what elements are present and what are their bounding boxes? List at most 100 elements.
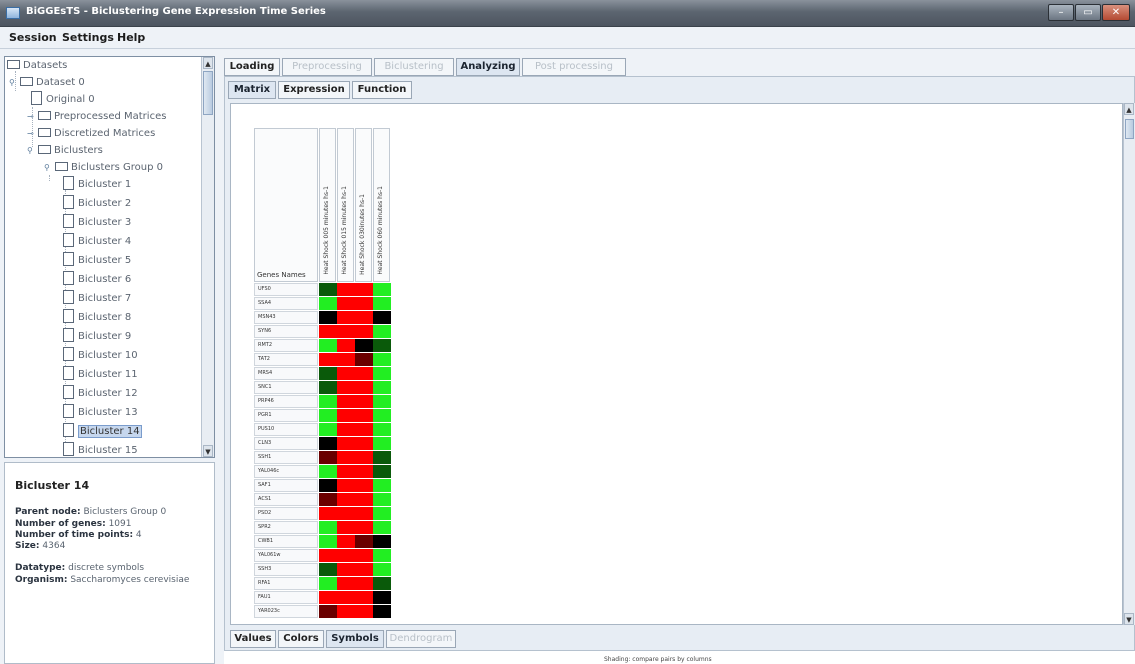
scroll-down-arrow-icon[interactable]: ▼ [203, 445, 213, 457]
matrix-cell[interactable] [337, 549, 355, 562]
gene-name-cell[interactable]: MRS4 [254, 367, 318, 380]
matrix-cell[interactable] [337, 521, 355, 534]
matrix-cell[interactable] [319, 423, 337, 436]
tab-symbols[interactable]: Symbols [326, 630, 384, 648]
gene-name-cell[interactable]: RFA1 [254, 577, 318, 590]
tab-colors[interactable]: Colors [278, 630, 324, 648]
tree-node-datasets[interactable]: Datasets [7, 57, 67, 74]
tab-post-processing[interactable]: Post processing [522, 58, 626, 76]
tree-node-bicluster[interactable]: Bicluster 9 [63, 328, 131, 345]
tree-node-bicluster[interactable]: Bicluster 7 [63, 290, 131, 307]
matrix-cell[interactable] [319, 353, 337, 366]
gene-name-cell[interactable]: MSN43 [254, 311, 318, 324]
matrix-cell[interactable] [373, 409, 391, 422]
matrix-cell[interactable] [355, 339, 373, 352]
scroll-thumb[interactable] [203, 71, 213, 115]
tab-function[interactable]: Function [352, 81, 412, 99]
matrix-cell[interactable] [319, 283, 337, 296]
matrix-cell[interactable] [355, 507, 373, 520]
matrix-cell[interactable] [337, 605, 355, 618]
matrix-cell[interactable] [355, 493, 373, 506]
matrix-cell[interactable] [319, 591, 337, 604]
matrix-cell[interactable] [373, 493, 391, 506]
matrix-cell[interactable] [337, 325, 355, 338]
matrix-cell[interactable] [319, 381, 337, 394]
matrix-cell[interactable] [355, 409, 373, 422]
tree-node-bicluster[interactable]: Bicluster 3 [63, 214, 131, 231]
matrix-cell[interactable] [319, 479, 337, 492]
matrix-cell[interactable] [373, 507, 391, 520]
matrix-cell[interactable] [337, 535, 355, 548]
matrix-cell[interactable] [355, 297, 373, 310]
matrix-cell[interactable] [373, 311, 391, 324]
gene-name-cell[interactable]: RMT2 [254, 339, 318, 352]
matrix-cell[interactable] [355, 591, 373, 604]
matrix-cell[interactable] [337, 297, 355, 310]
gene-name-cell[interactable]: SSH3 [254, 563, 318, 576]
tree-node-bicluster[interactable]: Bicluster 6 [63, 271, 131, 288]
tab-loading[interactable]: Loading [224, 58, 280, 76]
tree-node-dataset[interactable]: ⚲ Dataset 0 [9, 74, 85, 91]
expand-icon[interactable]: ⊸ [27, 125, 36, 142]
matrix-cell[interactable] [355, 353, 373, 366]
matrix-cell[interactable] [337, 381, 355, 394]
tab-biclustering[interactable]: Biclustering [374, 58, 454, 76]
matrix-cell[interactable] [319, 507, 337, 520]
matrix-cell[interactable] [337, 395, 355, 408]
tree-node-bicluster[interactable]: Bicluster 4 [63, 233, 131, 250]
matrix-cell[interactable] [355, 577, 373, 590]
expand-icon[interactable]: ⊸ [27, 108, 36, 125]
maximize-button[interactable]: ▭ [1075, 4, 1101, 21]
matrix-cell[interactable] [373, 465, 391, 478]
matrix-cell[interactable] [319, 395, 337, 408]
scroll-down-arrow-icon[interactable]: ▼ [1124, 613, 1134, 625]
matrix-cell[interactable] [337, 465, 355, 478]
gene-name-cell[interactable]: SAF1 [254, 479, 318, 492]
gene-name-cell[interactable]: SYN6 [254, 325, 318, 338]
matrix-cell[interactable] [373, 521, 391, 534]
matrix-cell[interactable] [355, 465, 373, 478]
matrix-cell[interactable] [373, 451, 391, 464]
matrix-cell[interactable] [337, 479, 355, 492]
gene-name-cell[interactable]: PUS10 [254, 423, 318, 436]
matrix-cell[interactable] [355, 535, 373, 548]
matrix-cell[interactable] [373, 353, 391, 366]
gene-name-cell[interactable]: TAT2 [254, 353, 318, 366]
tab-matrix[interactable]: Matrix [228, 81, 276, 99]
tree-node-bicluster[interactable]: Bicluster 14 [63, 423, 142, 440]
matrix-cell[interactable] [373, 381, 391, 394]
tab-values[interactable]: Values [230, 630, 276, 648]
close-button[interactable]: ✕ [1102, 4, 1130, 21]
gene-name-cell[interactable]: YAL061w [254, 549, 318, 562]
matrix-cell[interactable] [373, 395, 391, 408]
matrix-cell[interactable] [373, 437, 391, 450]
matrix-cell[interactable] [337, 437, 355, 450]
tree-node-discretized[interactable]: ⊸ Discretized Matrices [27, 125, 155, 142]
gene-name-cell[interactable]: PGR1 [254, 409, 318, 422]
matrix-cell[interactable] [337, 423, 355, 436]
tab-preprocessing[interactable]: Preprocessing [282, 58, 372, 76]
gene-name-cell[interactable]: CWB1 [254, 535, 318, 548]
column-header[interactable]: Heat Shock 060 minutes hs-1 [373, 128, 390, 282]
gene-name-cell[interactable]: SNC1 [254, 381, 318, 394]
matrix-cell[interactable] [355, 479, 373, 492]
tree-node-bicluster[interactable]: Bicluster 1 [63, 176, 131, 193]
matrix-cell[interactable] [355, 395, 373, 408]
matrix-cell[interactable] [319, 339, 337, 352]
gene-name-cell[interactable]: FAU1 [254, 591, 318, 604]
tree-node-biclusters[interactable]: ⚲ Biclusters [27, 142, 103, 159]
tab-expression[interactable]: Expression [278, 81, 350, 99]
matrix-cell[interactable] [337, 493, 355, 506]
matrix-cell[interactable] [337, 283, 355, 296]
tree-node-original[interactable]: Original 0 [31, 91, 95, 108]
matrix-cell[interactable] [319, 563, 337, 576]
matrix-cell[interactable] [355, 563, 373, 576]
collapse-icon[interactable]: ⚲ [44, 159, 53, 176]
matrix-cell[interactable] [373, 297, 391, 310]
minimize-button[interactable]: – [1048, 4, 1074, 21]
gene-name-cell[interactable]: PSD2 [254, 507, 318, 520]
matrix-cell[interactable] [319, 577, 337, 590]
gene-name-cell[interactable]: PRP46 [254, 395, 318, 408]
matrix-cell[interactable] [319, 409, 337, 422]
tab-analyzing[interactable]: Analyzing [456, 58, 520, 76]
